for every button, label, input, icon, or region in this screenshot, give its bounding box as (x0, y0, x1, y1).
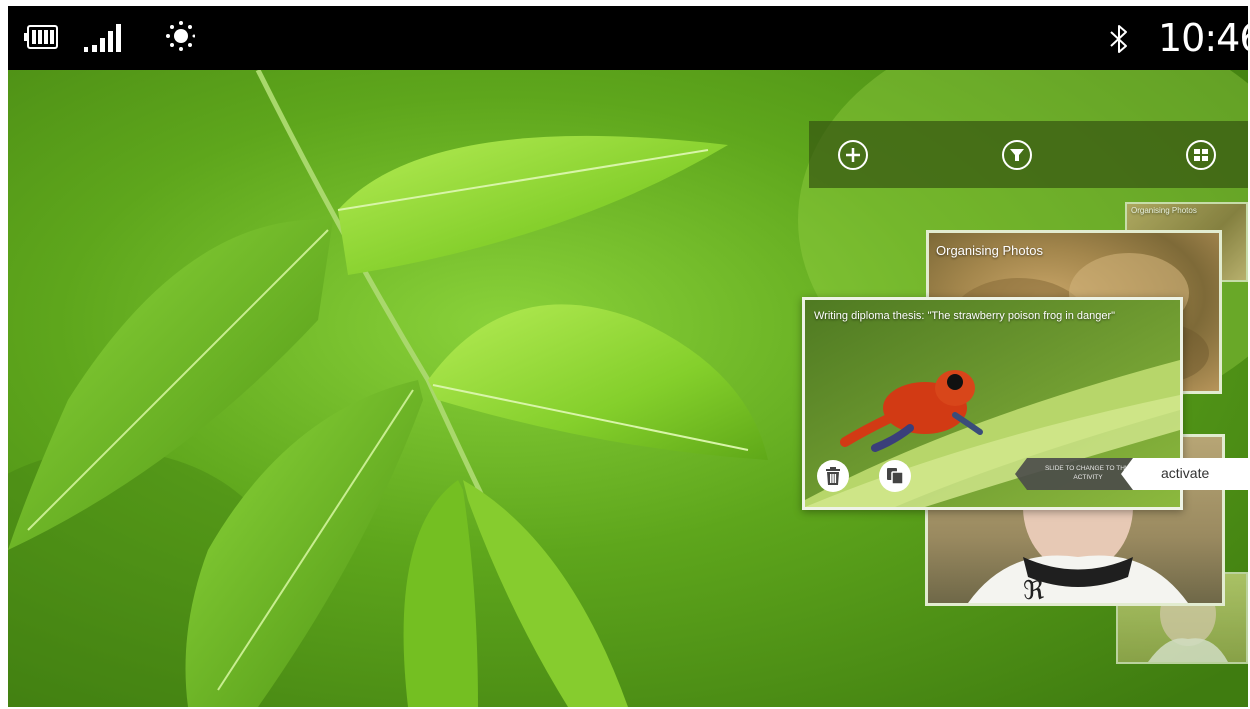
card-title: Writing diploma thesis: "The strawberry … (814, 310, 1116, 322)
duplicate-button[interactable] (879, 460, 911, 492)
status-bar: 10:46 (8, 6, 1248, 70)
svg-text:ℜ: ℜ (1023, 576, 1044, 603)
card-title: Organising Photos (936, 243, 1043, 258)
brightness-icon (166, 21, 195, 51)
activate-label: activate (1161, 465, 1210, 481)
signal-icon (84, 24, 121, 52)
clock: 10:46 (1158, 16, 1248, 60)
activity-toolbar (809, 121, 1248, 188)
screen: 10:46 (8, 6, 1248, 707)
bluetooth-icon (1110, 25, 1127, 53)
grid-icon[interactable] (1185, 139, 1217, 171)
slider-hint: SLIDE TO CHANGE TO THIS ACTIVITY (1044, 465, 1132, 481)
add-icon[interactable] (837, 139, 869, 171)
activate-handle[interactable]: activate (1121, 458, 1248, 490)
filter-icon[interactable] (1001, 139, 1033, 171)
trash-icon (826, 467, 840, 485)
battery-icon (24, 25, 58, 49)
activate-slider[interactable]: SLIDE TO CHANGE TO THIS ACTIVITY activat… (1013, 456, 1248, 492)
card-title: Organising Photos (1131, 206, 1197, 215)
copy-icon (887, 468, 904, 485)
delete-button[interactable] (817, 460, 849, 492)
